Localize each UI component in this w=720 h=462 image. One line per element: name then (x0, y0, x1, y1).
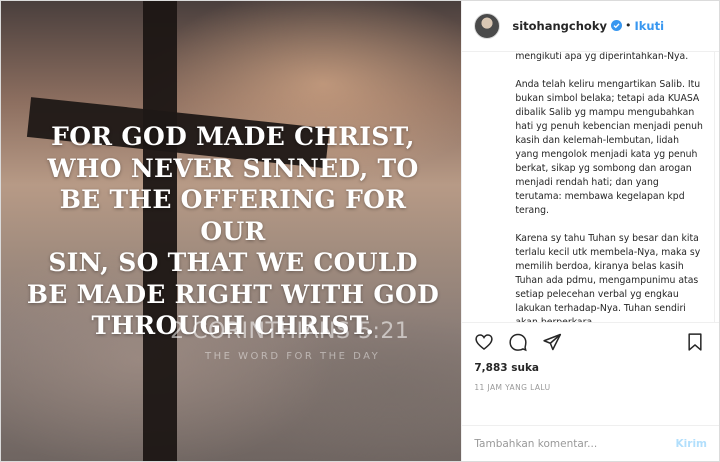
scrollbar[interactable] (714, 51, 715, 322)
avatar[interactable] (474, 12, 501, 39)
caption-scroll-area[interactable]: mengikuti apa yg diperintahkan-Nya. Anda… (462, 51, 719, 322)
post-image[interactable]: FOR GOD MADE CHRIST, WHO NEVER SINNED, T… (1, 1, 462, 461)
comment-bar: Kirim (462, 425, 719, 461)
comment-input[interactable] (474, 437, 668, 450)
verse-line: FOR GOD MADE CHRIST, (51, 122, 415, 151)
verse-line: WHO NEVER SINNED, TO (47, 153, 419, 183)
verse-line: BE THE OFFERING FOR OUR (59, 185, 407, 246)
header-separator: • (624, 19, 632, 33)
post-actions: 7,883 suka 11 JAM YANG LALU (462, 321, 719, 425)
verified-badge-icon (610, 20, 622, 32)
action-icons (474, 331, 707, 353)
verse-line: BE MADE RIGHT WITH GOD (26, 279, 440, 309)
username-link[interactable]: sitohangchoky (512, 19, 607, 33)
like-count[interactable]: 7,883 suka (474, 362, 707, 374)
verse-reference: 2 CORINTHIANS 5:21 (170, 319, 410, 344)
caption-paragraph: mengikuti apa yg diperintahkan-Nya. (515, 51, 689, 62)
post-sidebar: sitohangchoky • Ikuti mengikuti apa yg d… (461, 1, 719, 461)
comment-icon[interactable] (508, 332, 528, 352)
caption-paragraph: Karena sy tahu Tuhan sy besar dan kita t… (515, 232, 701, 322)
verse-text: FOR GOD MADE CHRIST, WHO NEVER SINNED, T… (23, 121, 443, 342)
image-tagline: THE WORD FOR THE DAY (205, 351, 381, 362)
heart-icon[interactable] (474, 332, 494, 352)
follow-button[interactable]: Ikuti (634, 19, 664, 33)
post-comment-button[interactable]: Kirim (676, 438, 707, 450)
post-header: sitohangchoky • Ikuti (462, 1, 719, 52)
instagram-post: FOR GOD MADE CHRIST, WHO NEVER SINNED, T… (0, 0, 720, 462)
bookmark-icon[interactable] (685, 332, 705, 352)
post-timestamp[interactable]: 11 JAM YANG LALU (474, 383, 707, 392)
caption-paragraph: Anda telah keliru mengartikan Salib. Itu… (515, 78, 703, 216)
verse-line: SIN, SO THAT WE COULD (48, 248, 418, 277)
share-icon[interactable] (542, 332, 562, 352)
